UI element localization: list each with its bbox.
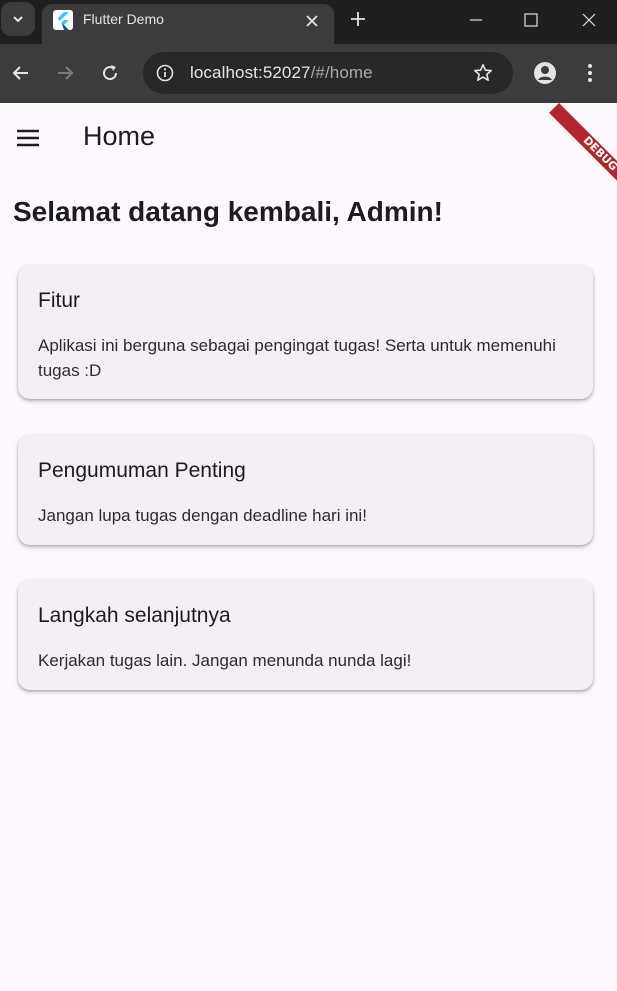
- browser-tab[interactable]: Flutter Demo: [42, 4, 334, 44]
- page-title: Home: [83, 121, 156, 151]
- url-path: /#/home: [310, 63, 373, 82]
- card-title: Fitur: [38, 289, 80, 312]
- tab-close-button[interactable]: [301, 10, 323, 32]
- hamburger-icon: [17, 129, 39, 147]
- star-icon: [474, 64, 492, 81]
- more-icon: [588, 64, 592, 82]
- site-info-button[interactable]: [152, 60, 178, 86]
- reload-icon: [103, 65, 118, 81]
- card-body: Jangan lupa tugas dengan deadline hari i…: [38, 506, 367, 525]
- drawer-menu-button[interactable]: [10, 120, 46, 156]
- tab-list-icon: [13, 16, 23, 23]
- card-langkah: Langkah selanjutnya Kerjakan tugas lain.…: [18, 580, 593, 690]
- debug-banner: DEBUG: [537, 103, 617, 183]
- card-fitur: Fitur Aplikasi ini berguna sebagai pengi…: [18, 265, 593, 399]
- welcome-heading: Selamat datang kembali, Admin!: [13, 196, 443, 227]
- window-close-button[interactable]: [561, 0, 617, 40]
- plus-icon: [351, 12, 365, 26]
- forward-icon: [58, 66, 74, 80]
- card-pengumuman: Pengumuman Penting Jangan lupa tugas den…: [18, 435, 593, 545]
- card-title: Pengumuman Penting: [38, 459, 246, 482]
- profile-button[interactable]: [532, 60, 558, 86]
- bookmark-button[interactable]: [471, 61, 495, 85]
- app-viewport: Home DEBUG Selamat datang kembali, Admin…: [0, 103, 617, 991]
- card-body: Aplikasi ini berguna sebagai pengingat t…: [38, 336, 556, 380]
- browser-toolbar: localhost:52027/#/home: [0, 44, 617, 103]
- browser-menu-button[interactable]: [578, 60, 602, 86]
- window-close-icon: [582, 13, 596, 27]
- url-host: localhost:52027: [190, 63, 311, 82]
- minimize-button[interactable]: [448, 0, 504, 40]
- back-button[interactable]: [8, 60, 34, 86]
- tab-title: Flutter Demo: [83, 11, 164, 27]
- reload-button[interactable]: [97, 60, 123, 86]
- close-icon: [306, 15, 318, 27]
- debug-label: DEBUG: [549, 103, 617, 183]
- tab-list-button[interactable]: [1, 2, 35, 36]
- app-bar: Home: [0, 103, 617, 171]
- flutter-icon: [53, 10, 73, 30]
- minimize-icon: [470, 19, 482, 21]
- maximize-icon: [524, 13, 538, 27]
- new-tab-button[interactable]: [346, 7, 370, 31]
- forward-button[interactable]: [52, 60, 78, 86]
- maximize-button[interactable]: [503, 0, 559, 40]
- card-body: Kerjakan tugas lain. Jangan menunda nund…: [38, 651, 412, 670]
- site-info-icon: [156, 64, 174, 82]
- profile-icon: [534, 62, 556, 84]
- url-text: localhost:52027/#/home: [190, 63, 373, 83]
- address-bar[interactable]: localhost:52027/#/home: [143, 52, 513, 94]
- card-title: Langkah selanjutnya: [38, 604, 231, 627]
- browser-tab-bar: Flutter Demo: [0, 0, 617, 44]
- back-icon: [12, 66, 28, 80]
